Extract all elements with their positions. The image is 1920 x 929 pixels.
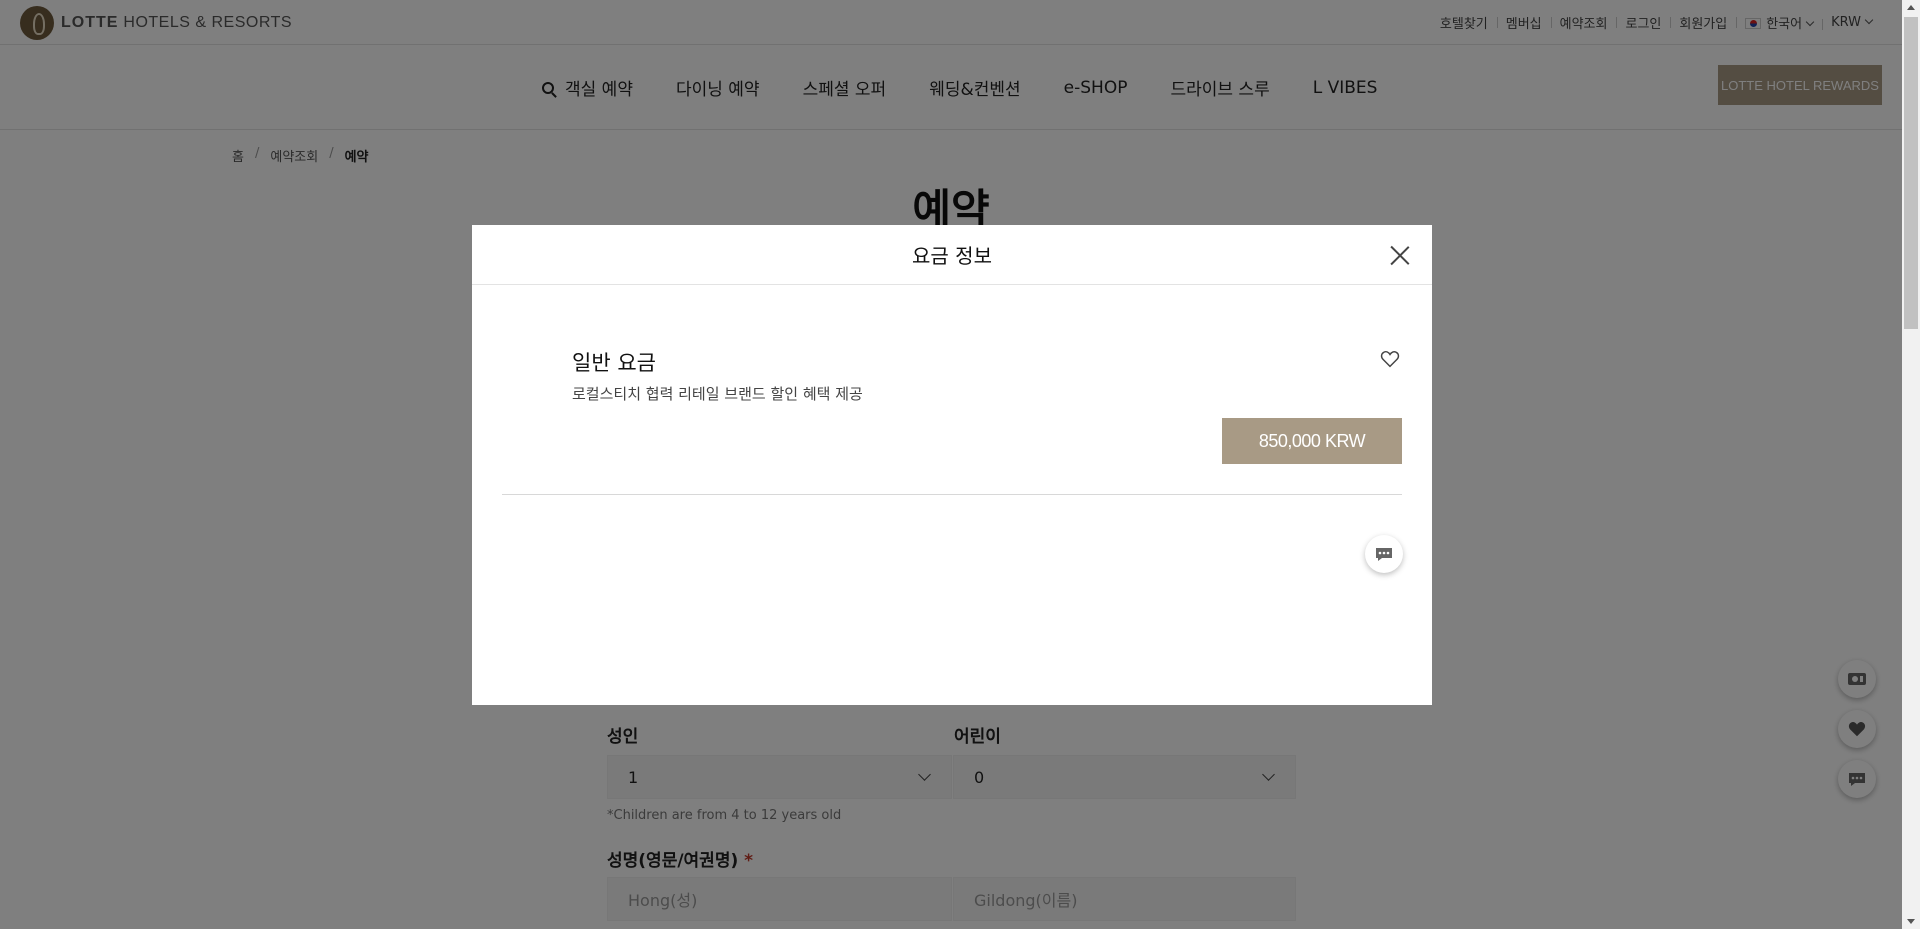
page-scrollbar[interactable] <box>1902 0 1920 929</box>
chat-float-button[interactable] <box>1365 535 1403 573</box>
wishlist-button[interactable] <box>1380 350 1402 372</box>
modal-title: 요금 정보 <box>912 244 992 268</box>
modal-header: 요금 정보 <box>472 225 1432 285</box>
scroll-down-arrow-icon[interactable] <box>1907 919 1915 924</box>
scroll-up-arrow-icon[interactable] <box>1907 5 1915 10</box>
rate-name: 일반 요금 <box>572 351 656 375</box>
close-icon[interactable] <box>1390 245 1410 265</box>
rate-description: 로컬스티치 협력 리테일 브랜드 할인 혜택 제공 <box>572 385 863 403</box>
heart-icon <box>1380 350 1400 368</box>
scrollbar-thumb[interactable] <box>1904 17 1918 329</box>
select-rate-price-button[interactable]: 850,000 KRW <box>1222 418 1402 464</box>
modal-divider <box>502 494 1402 495</box>
rate-info-modal: 요금 정보 일반 요금 로컬스티치 협력 리테일 브랜드 할인 혜택 제공 85… <box>472 225 1432 705</box>
chat-icon <box>1376 548 1392 561</box>
